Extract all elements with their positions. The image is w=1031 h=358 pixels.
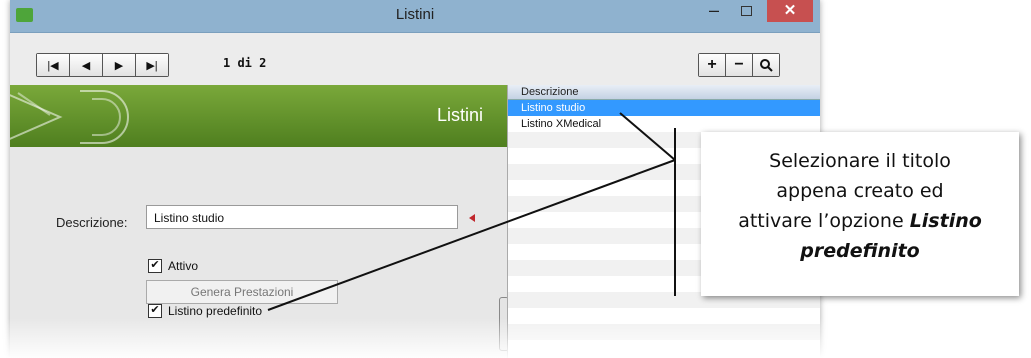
last-record-button[interactable]: ▶| [136, 54, 168, 76]
listino-predefinito-option[interactable]: ✔ Listino predefinito [148, 304, 262, 318]
list-item[interactable]: Listino XMedical [508, 116, 820, 132]
search-button[interactable] [753, 54, 779, 76]
app-logo-icon [16, 8, 33, 22]
detail-panel: Listini Descrizione: Listino studio ✔ At… [10, 85, 509, 358]
form-area: Descrizione: Listino studio ✔ Attivo ✔ L… [10, 147, 507, 358]
close-button[interactable]: ✕ [767, 0, 813, 22]
section-banner: Listini [10, 85, 507, 147]
record-actions: + − [698, 53, 780, 77]
attivo-checkbox[interactable]: ✔ [148, 259, 162, 273]
title-bar: Listini – ✕ [10, 0, 820, 33]
callout-line-4: predefinito [701, 236, 1019, 266]
search-icon [760, 59, 773, 72]
callout-line-3-text: attivare l’opzione [738, 210, 910, 232]
empty-row [508, 324, 820, 340]
descrizione-label: Descrizione: [56, 215, 128, 230]
attivo-option[interactable]: ✔ Attivo [148, 259, 198, 273]
maximize-button[interactable] [732, 0, 760, 22]
prev-record-button[interactable]: ◀ [70, 54, 103, 76]
callout-emphasis-1: Listino [909, 210, 982, 232]
record-navigator: |◀ ◀ ▶ ▶| [36, 53, 169, 77]
xd-logo-icon [10, 90, 129, 144]
maximize-icon [740, 6, 752, 16]
banner-title: Listini [436, 105, 483, 125]
callout-line-2: appena creato ed [776, 180, 944, 202]
remove-record-button[interactable]: − [726, 54, 753, 76]
attivo-label: Attivo [168, 259, 199, 273]
callout-emphasis-2: predefinito [800, 240, 920, 262]
record-counter: 1 di 2 [223, 56, 267, 70]
list-item[interactable]: Listino studio [508, 100, 820, 116]
toolbar: |◀ ◀ ▶ ▶| 1 di 2 + − [10, 33, 820, 85]
listini-window: Listini – ✕ |◀ ◀ ▶ ▶| 1 di 2 + − Listini… [10, 0, 820, 358]
callout-line-1: Selezionare il titolo [769, 150, 951, 172]
descrizione-input[interactable]: Listino studio [146, 205, 458, 229]
minimize-button[interactable]: – [700, 0, 728, 22]
instruction-callout: Selezionare il titolo appena creato ed a… [701, 132, 1019, 296]
first-record-button[interactable]: |◀ [37, 54, 70, 76]
list-column-header[interactable]: Descrizione [508, 85, 820, 100]
required-marker-icon [469, 214, 475, 222]
genera-prestazioni-button[interactable]: Genera Prestazioni [146, 280, 338, 304]
add-record-button[interactable]: + [699, 54, 726, 76]
empty-row [508, 308, 820, 324]
callout-line-3: attivare l’opzione Listino [701, 206, 1019, 236]
window-title: Listini [395, 6, 435, 23]
next-record-button[interactable]: ▶ [103, 54, 136, 76]
listino-predefinito-checkbox[interactable]: ✔ [148, 304, 162, 318]
listino-predefinito-label: Listino predefinito [168, 304, 263, 318]
